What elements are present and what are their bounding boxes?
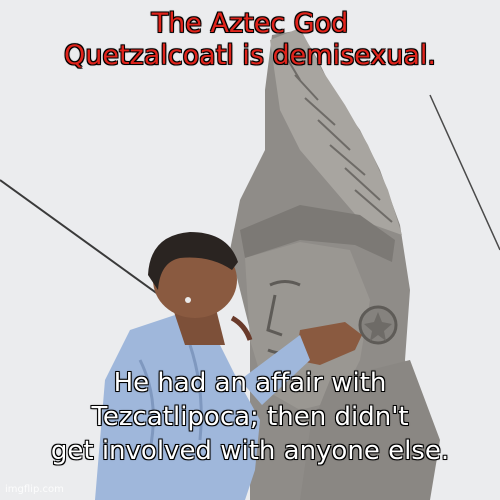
- bottom-caption: He had an affair with Tezcatlipoca; then…: [0, 366, 500, 468]
- bottom-caption-line-2: Tezcatlipoca; then didn't: [91, 402, 409, 432]
- bottom-caption-line-3: get involved with anyone else.: [50, 436, 450, 466]
- bottom-caption-line-1: He had an affair with: [113, 368, 387, 398]
- meme-image: The Aztec God Quetzalcoatl is demisexual…: [0, 0, 500, 500]
- man-earring: [185, 297, 191, 303]
- top-caption: The Aztec God Quetzalcoatl is demisexual…: [0, 8, 500, 72]
- top-caption-line-2: Quetzalcoatl is demisexual.: [64, 40, 436, 71]
- imgflip-watermark: imgflip.com: [5, 484, 64, 495]
- top-caption-line-1: The Aztec God: [151, 8, 349, 39]
